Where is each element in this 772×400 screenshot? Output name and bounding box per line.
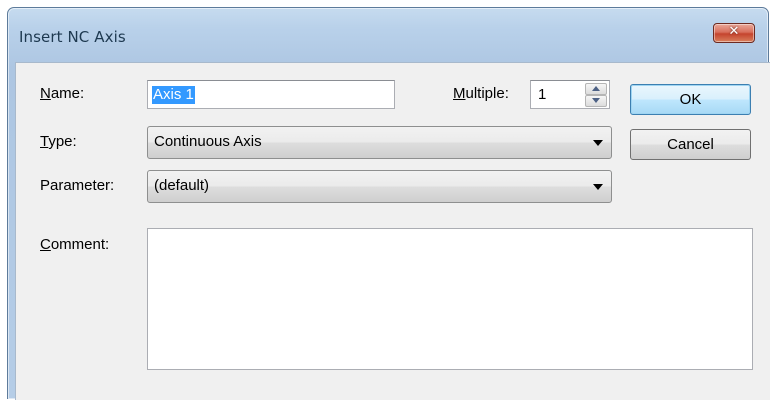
multiple-label-rest: ultiple: [465,85,509,102]
name-label: Name: [40,85,84,102]
comment-label-accel: C [40,236,51,253]
spin-up-button[interactable] [585,83,607,95]
dropdown-arrow-icon [593,140,603,146]
multiple-stepper[interactable]: 1 [530,80,610,109]
type-selected: Continuous Axis [154,133,262,150]
type-label: Type: [40,133,77,150]
multiple-label-accel: M [453,85,466,102]
close-button[interactable]: ✕ [713,23,755,43]
dropdown-arrow-icon [593,184,603,190]
parameter-dropdown[interactable]: (default) [147,170,612,203]
ok-button[interactable]: OK [630,84,751,115]
chevron-up-icon [592,86,600,91]
name-label-rest: ame: [50,85,85,102]
dialog-title: Insert NC Axis [19,28,126,46]
type-dropdown[interactable]: Continuous Axis [147,126,612,159]
name-label-accel: N [40,85,51,102]
chevron-down-icon [592,98,600,103]
multiple-value: 1 [538,86,547,103]
name-input[interactable]: Axis 1 [147,80,395,109]
multiple-label: Multiple: [453,85,509,102]
comment-label-rest: omment: [50,236,110,253]
close-icon: ✕ [728,24,740,39]
cancel-button[interactable]: Cancel [630,129,751,160]
comment-label: Comment: [40,236,109,253]
comment-textarea[interactable] [147,228,753,370]
type-label-rest: ype: [48,133,77,150]
name-input-value: Axis 1 [152,86,195,104]
spin-down-button[interactable] [585,95,607,107]
parameter-label: Parameter: [40,177,115,194]
parameter-selected: (default) [154,177,210,194]
